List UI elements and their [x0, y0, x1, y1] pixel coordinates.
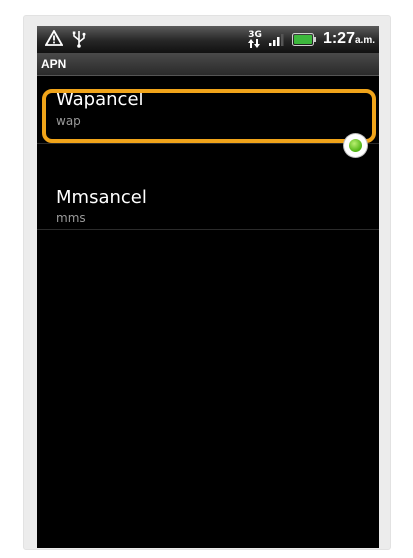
selection-highlight [42, 89, 376, 143]
usb-icon [72, 30, 86, 48]
apn-type: mms [56, 211, 86, 225]
battery-icon [291, 32, 316, 46]
title-bar: APN [37, 53, 379, 76]
data-arrows-icon: 3G [248, 29, 262, 48]
status-bar: 3G 1:27a.m. [37, 26, 379, 53]
apn-selected-radio[interactable] [344, 134, 367, 157]
warning-icon [45, 30, 63, 48]
page-title: APN [41, 57, 67, 71]
status-time: 1:27a.m. [323, 30, 375, 48]
radio-selected-dot [349, 139, 362, 152]
apn-name: Mmsancel [56, 187, 147, 208]
clock-ampm: a.m. [354, 35, 375, 46]
phone-screen: 3G 1:27a.m. APN Wapancel wap Mmsancel mm… [37, 26, 379, 548]
apn-list-item[interactable]: Mmsancel mms [37, 163, 379, 230]
clock-time: 1:27 [322, 30, 355, 47]
network-type-label: 3G [248, 29, 262, 40]
signal-icon [268, 32, 285, 46]
